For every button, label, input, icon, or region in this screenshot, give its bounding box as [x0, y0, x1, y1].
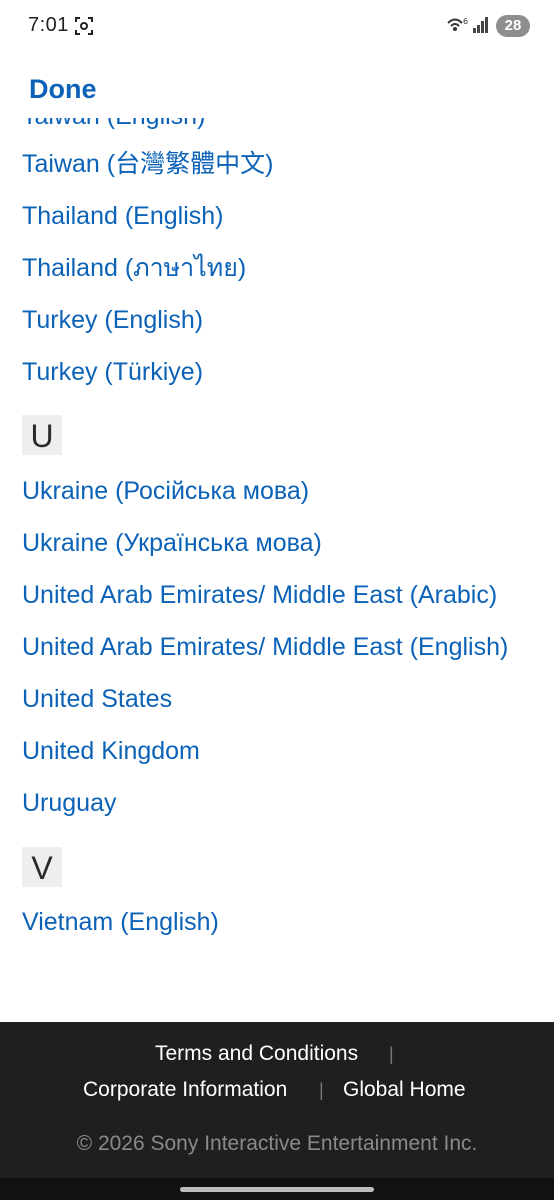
country-item-turkey-english[interactable]: Turkey (English): [22, 303, 203, 337]
corporate-information-link[interactable]: Corporate Information: [83, 1078, 287, 1102]
country-item-thailand-english[interactable]: Thailand (English): [22, 199, 224, 233]
terms-link[interactable]: Terms and Conditions: [155, 1042, 358, 1066]
country-item-ukraine-ukrainian[interactable]: Ukraine (Українська мова): [22, 526, 322, 560]
country-item-thailand-thai[interactable]: Thailand (ภาษาไทย): [22, 251, 246, 285]
status-time: 7:01: [28, 14, 69, 36]
country-item-uae-english[interactable]: United Arab Emirates/ Middle East (Engli…: [22, 630, 508, 664]
screen: Taiwan (English) Taiwan (台灣繁體中文) Thailan…: [0, 0, 554, 1200]
screenshot-icon: [75, 17, 93, 35]
global-home-link[interactable]: Global Home: [343, 1078, 466, 1102]
signal-icon: [473, 17, 488, 33]
navigation-bar: [0, 1178, 554, 1200]
country-item-taiwan-chinese[interactable]: Taiwan (台灣繁體中文): [22, 147, 273, 181]
section-header-u: U: [22, 415, 62, 455]
svg-text:6: 6: [463, 17, 468, 26]
country-item-united-kingdom[interactable]: United Kingdom: [22, 734, 200, 768]
country-item-uruguay[interactable]: Uruguay: [22, 786, 117, 820]
country-list[interactable]: Taiwan (English) Taiwan (台灣繁體中文) Thailan…: [0, 0, 554, 1022]
battery-badge: 28: [496, 15, 530, 37]
header: Done: [0, 52, 554, 118]
country-item-vietnam-english[interactable]: Vietnam (English): [22, 905, 219, 939]
footer-separator: |: [319, 1080, 324, 1100]
country-item-uae-arabic[interactable]: United Arab Emirates/ Middle East (Arabi…: [22, 578, 497, 612]
section-header-v: V: [22, 847, 62, 887]
copyright-text: © 2026 Sony Interactive Entertainment In…: [76, 1132, 478, 1155]
footer: Terms and Conditions | Corporate Informa…: [0, 1022, 554, 1200]
home-gesture-handle[interactable]: [180, 1187, 374, 1192]
country-item-united-states[interactable]: United States: [22, 682, 172, 716]
country-item-turkey-turkiye[interactable]: Turkey (Türkiye): [22, 355, 203, 389]
country-item-ukraine-russian[interactable]: Ukraine (Російська мова): [22, 474, 309, 508]
footer-separator: |: [389, 1044, 394, 1064]
wifi-icon: 6: [447, 17, 468, 31]
done-button[interactable]: Done: [29, 74, 97, 105]
status-bar: 7:01 6 28: [0, 0, 554, 52]
